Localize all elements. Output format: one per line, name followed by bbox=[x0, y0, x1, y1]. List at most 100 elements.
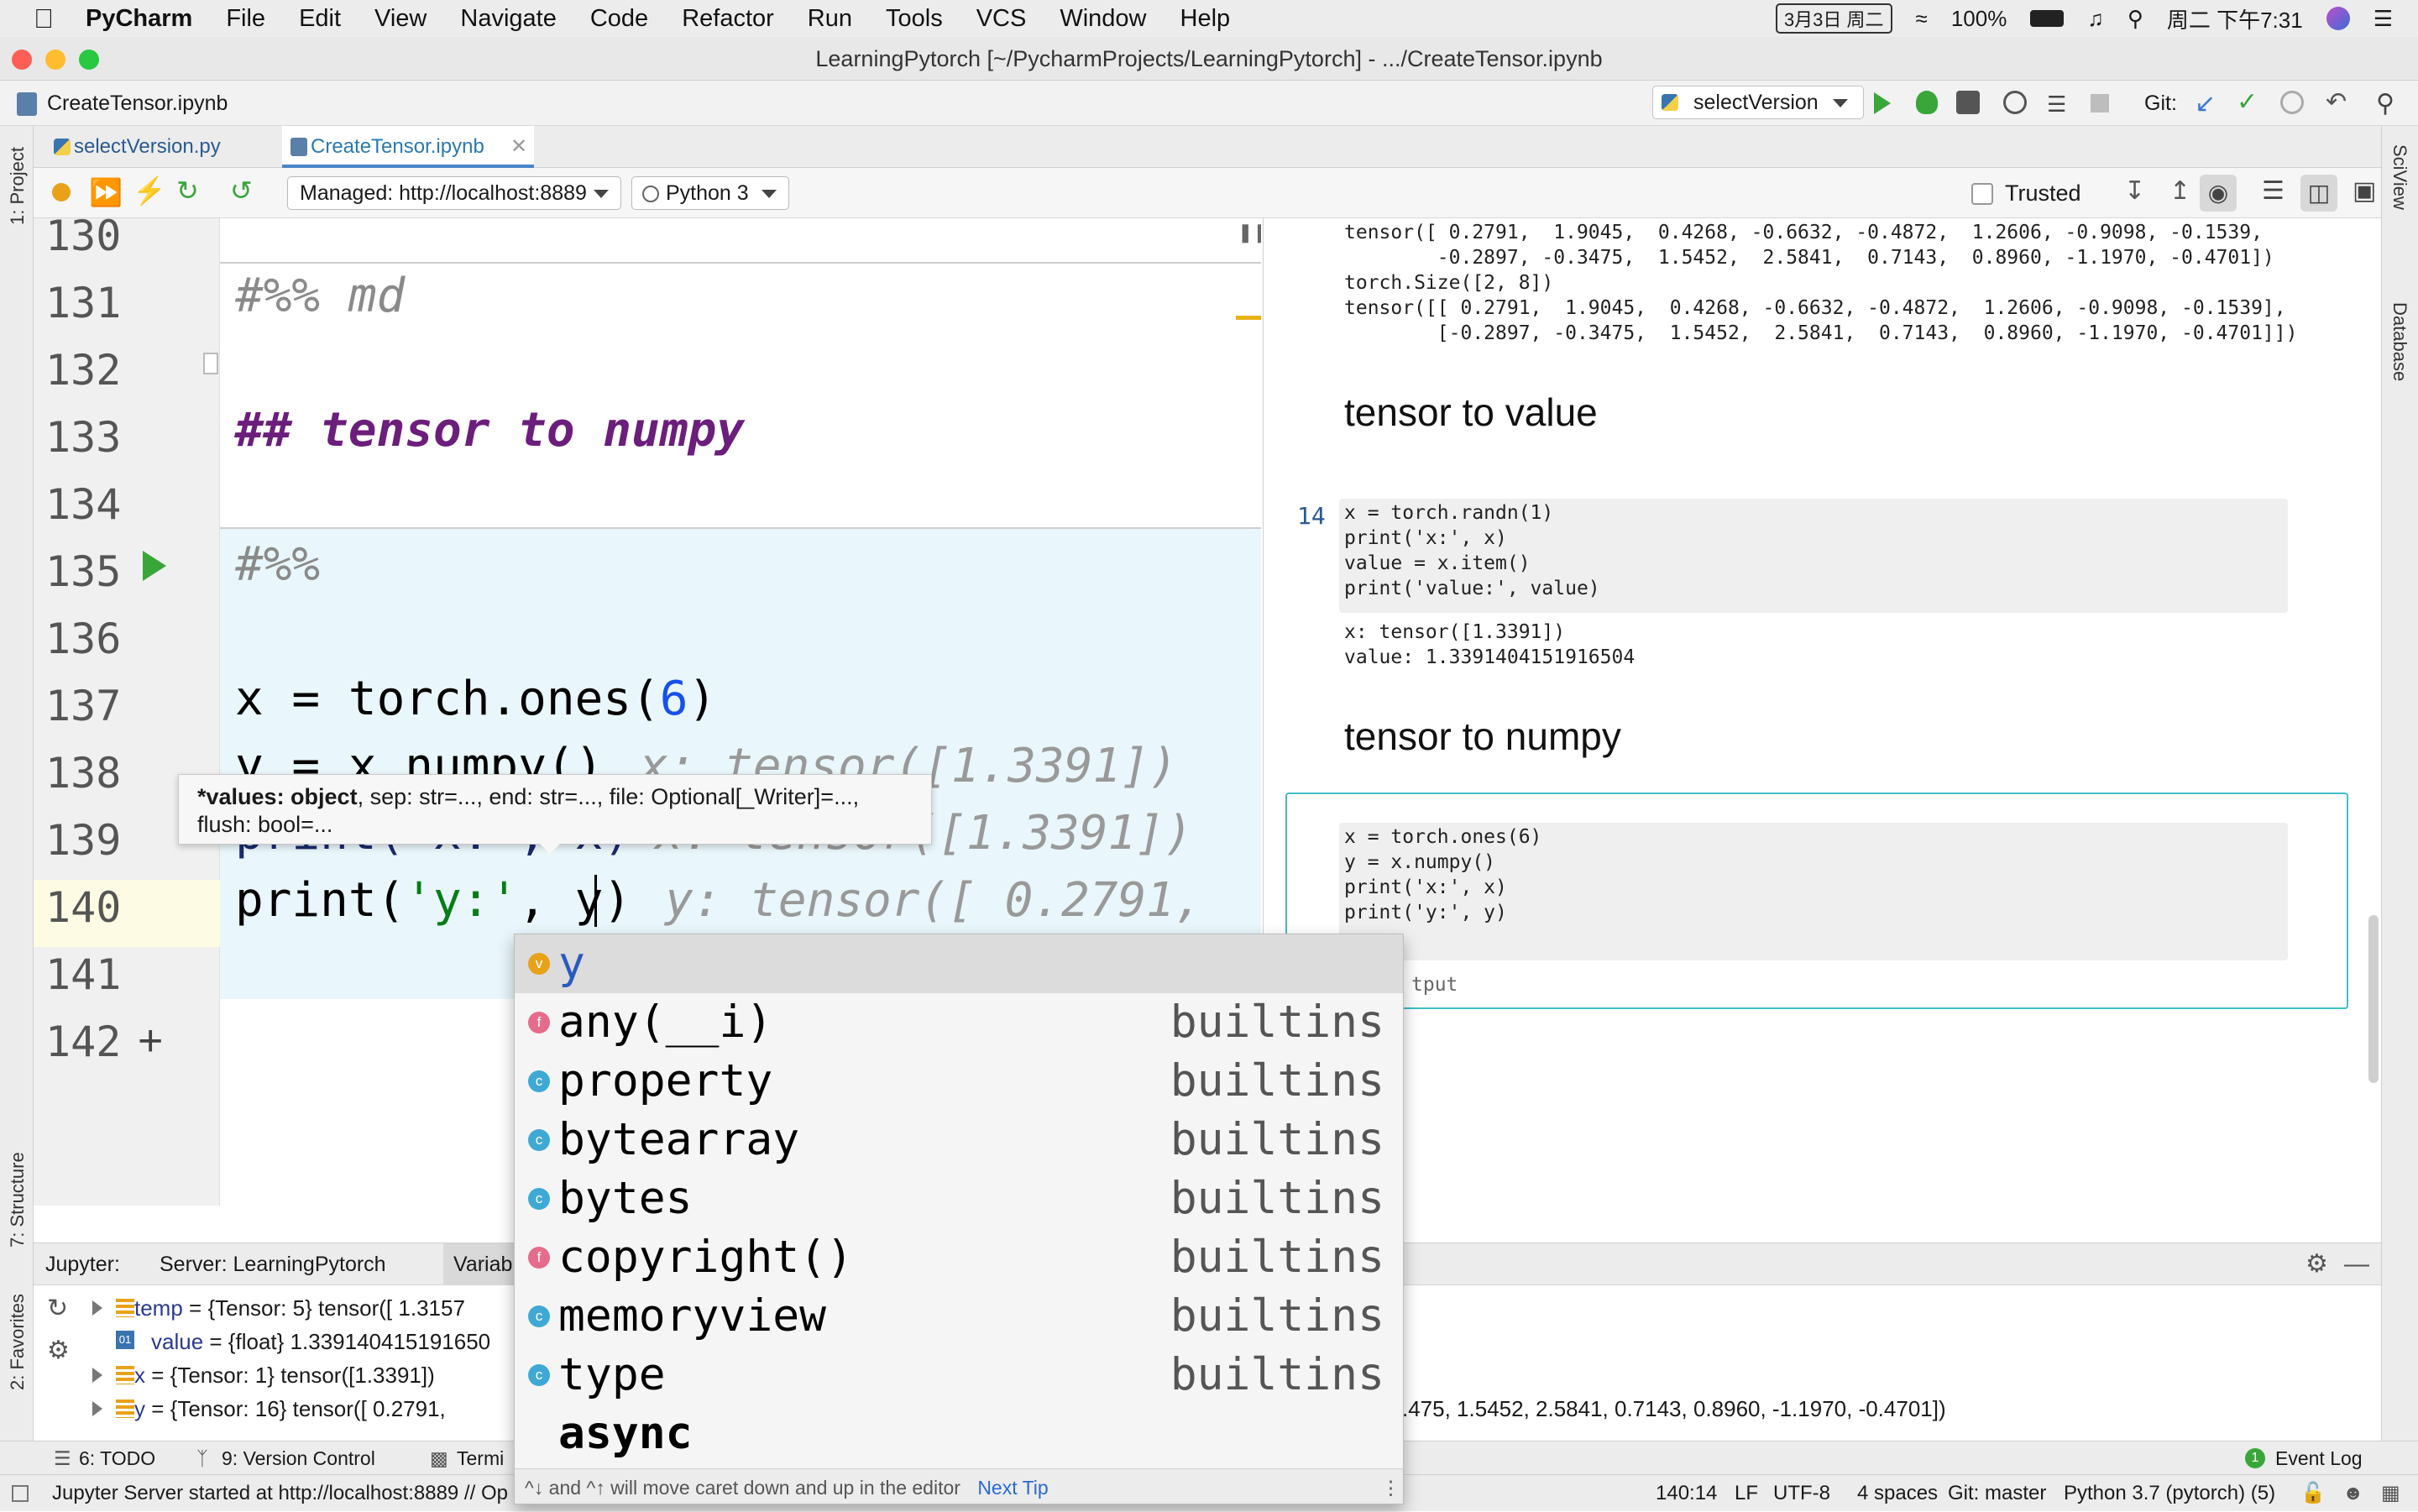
completion-item[interactable]: f copyright() builtins bbox=[515, 1228, 1403, 1287]
volume-icon[interactable]: ♫ bbox=[2087, 6, 2104, 32]
restart-kernel-icon[interactable]: ↻ bbox=[176, 175, 199, 207]
event-log-tool-tab[interactable]: Event Log bbox=[2275, 1441, 2363, 1475]
editor-only-icon[interactable]: ☰ bbox=[2262, 176, 2285, 206]
menu-vcs[interactable]: VCS bbox=[976, 5, 1027, 33]
profile-icon[interactable] bbox=[2003, 91, 2027, 114]
wifi-icon[interactable]: ≈ bbox=[1916, 6, 1928, 32]
battery-label[interactable]: 100% bbox=[1951, 6, 2007, 32]
expand-arrow-icon[interactable] bbox=[92, 1300, 102, 1316]
git-branch[interactable]: Git: master bbox=[1948, 1475, 2046, 1512]
structure-tool-tab[interactable]: 7: Structure bbox=[7, 1152, 29, 1248]
run-icon[interactable] bbox=[1874, 92, 1891, 114]
tab-select-version[interactable]: selectVersion.py bbox=[45, 126, 277, 168]
siri-icon[interactable] bbox=[2326, 7, 2350, 30]
variable-row[interactable]: x = {Tensor: 1} tensor([1.3391]) bbox=[134, 1363, 435, 1389]
code-line-140[interactable]: print('y:', y) bbox=[235, 873, 631, 928]
spotlight-search-icon[interactable]: ⚲ bbox=[2128, 6, 2143, 32]
completion-item[interactable]: c memoryview builtins bbox=[515, 1287, 1403, 1346]
warning-marker[interactable] bbox=[1236, 316, 1261, 320]
completion-item[interactable]: c type builtins bbox=[515, 1346, 1403, 1405]
variable-row[interactable]: y = {Tensor: 16} tensor([ 0.2791, bbox=[134, 1396, 446, 1422]
pause-icon[interactable]: ❚❚ bbox=[1238, 222, 1261, 243]
terminal-tool-tab[interactable]: Termi bbox=[457, 1441, 504, 1475]
run-cell-icon[interactable] bbox=[143, 551, 166, 581]
completion-item[interactable]: c property builtins bbox=[515, 1052, 1403, 1111]
completion-item[interactable]: f any(__i) builtins bbox=[515, 993, 1403, 1052]
notification-center-icon[interactable]: ☰ bbox=[2374, 6, 2393, 32]
run-all-dot-icon[interactable] bbox=[52, 183, 71, 201]
more-options-icon[interactable]: ⋮ bbox=[1381, 1469, 1400, 1504]
version-control-tool-tab[interactable]: 9: Version Control bbox=[222, 1441, 375, 1475]
clock[interactable]: 周二 下午7:31 bbox=[2167, 3, 2303, 34]
date-badge[interactable]: 3月3日 周二 bbox=[1775, 3, 1892, 34]
next-tip-link[interactable]: Next Tip bbox=[977, 1477, 1048, 1499]
menu-tools[interactable]: Tools bbox=[886, 5, 943, 33]
menu-help[interactable]: Help bbox=[1180, 5, 1231, 33]
history-icon[interactable] bbox=[2280, 91, 2304, 114]
completion-item[interactable]: c bytes builtins bbox=[515, 1169, 1403, 1228]
completion-item[interactable]: v y bbox=[515, 934, 1403, 993]
fold-marker-icon[interactable] bbox=[203, 353, 218, 374]
project-tool-tab[interactable]: 1: Project bbox=[7, 147, 29, 225]
caret-position[interactable]: 140:14 bbox=[1656, 1475, 1717, 1512]
menu-edit[interactable]: Edit bbox=[299, 5, 341, 33]
expand-arrow-icon[interactable] bbox=[92, 1401, 102, 1416]
variable-row[interactable]: value = {float} 1.339140415191650 bbox=[151, 1329, 490, 1355]
code-line-135[interactable]: #%% bbox=[235, 537, 320, 592]
menu-code[interactable]: Code bbox=[590, 5, 648, 33]
interpreter[interactable]: Python 3.7 (pytorch) (5) bbox=[2064, 1475, 2275, 1512]
minimize-window-button[interactable] bbox=[45, 50, 65, 70]
git-update-icon[interactable]: ↙ bbox=[2195, 89, 2216, 118]
indent-setting[interactable]: 4 spaces bbox=[1857, 1475, 1938, 1512]
battery-icon[interactable] bbox=[2030, 10, 2065, 27]
status-message-icon[interactable] bbox=[12, 1485, 29, 1502]
menu-navigate[interactable]: Navigate bbox=[460, 5, 556, 33]
code-line-137[interactable]: x = torch.ones(6) bbox=[235, 672, 716, 726]
sciview-tool-tab[interactable]: SciView bbox=[2389, 144, 2410, 210]
git-commit-icon[interactable]: ✓ bbox=[2237, 87, 2258, 117]
close-window-button[interactable] bbox=[12, 50, 32, 70]
preview-only-icon[interactable]: ▣ bbox=[2353, 176, 2376, 206]
todo-tool-tab[interactable]: 6: TODO bbox=[79, 1441, 155, 1475]
file-encoding[interactable]: UTF-8 bbox=[1773, 1475, 1830, 1512]
add-cell-icon[interactable]: + bbox=[138, 1016, 163, 1066]
variable-row[interactable]: temp = {Tensor: 5} tensor([ 1.3157 bbox=[134, 1295, 465, 1321]
menu-view[interactable]: View bbox=[374, 5, 427, 33]
menu-file[interactable]: File bbox=[226, 5, 265, 33]
settings-icon[interactable]: ⚙ bbox=[47, 1336, 70, 1365]
reconnect-kernel-icon[interactable]: ↺ bbox=[230, 175, 253, 207]
breadcrumb-file[interactable]: CreateTensor.ipynb bbox=[47, 81, 228, 126]
search-icon[interactable]: ⚲ bbox=[2376, 89, 2394, 118]
kernel-dropdown[interactable]: Python 3 bbox=[631, 176, 789, 210]
minimize-panel-icon[interactable]: — bbox=[2344, 1243, 2369, 1285]
lock-icon[interactable]: 🔓 bbox=[2300, 1475, 2326, 1512]
run-list-icon[interactable]: ☰ bbox=[2047, 92, 2066, 118]
tab-create-tensor[interactable]: CreateTensor.ipynb ✕ bbox=[282, 126, 534, 168]
coverage-icon[interactable] bbox=[1956, 91, 1980, 114]
upload-icon[interactable]: ↥ bbox=[2169, 176, 2190, 206]
menu-window[interactable]: Window bbox=[1060, 5, 1146, 33]
code-line-133[interactable]: ## tensor to numpy bbox=[235, 403, 745, 458]
preview-scrollbar[interactable] bbox=[2368, 915, 2379, 1083]
menu-app-name[interactable]: PyCharm bbox=[86, 5, 192, 33]
jupyter-server-dropdown[interactable]: Managed: http://localhost:8889 bbox=[287, 176, 621, 210]
completion-item[interactable]: async bbox=[515, 1405, 1403, 1463]
inspector-icon[interactable]: ☻ bbox=[2342, 1475, 2363, 1512]
interrupt-kernel-icon[interactable]: ⚡ bbox=[133, 175, 166, 207]
download-icon[interactable]: ↧ bbox=[2124, 176, 2145, 206]
status-message[interactable]: Jupyter Server started at http://localho… bbox=[52, 1475, 508, 1512]
run-config-dropdown[interactable]: selectVersion bbox=[1652, 86, 1864, 119]
run-all-icon[interactable]: ⏩ bbox=[89, 176, 123, 208]
close-tab-icon[interactable]: ✕ bbox=[510, 126, 527, 168]
refresh-icon[interactable]: ↻ bbox=[47, 1294, 68, 1323]
debug-icon[interactable] bbox=[1916, 91, 1938, 114]
favorites-tool-tab[interactable]: 2: Favorites bbox=[7, 1294, 29, 1390]
database-tool-tab[interactable]: Database bbox=[2389, 302, 2410, 381]
menu-run[interactable]: Run bbox=[808, 5, 852, 33]
tab-server[interactable]: Server: LearningPytorch bbox=[160, 1243, 386, 1285]
trusted-checkbox[interactable] bbox=[1971, 183, 1993, 205]
gear-icon[interactable]: ⚙ bbox=[2305, 1243, 2328, 1285]
stop-icon[interactable] bbox=[2091, 94, 2109, 112]
memory-icon[interactable]: ▦ bbox=[2381, 1475, 2400, 1512]
maximize-window-button[interactable] bbox=[79, 50, 99, 70]
